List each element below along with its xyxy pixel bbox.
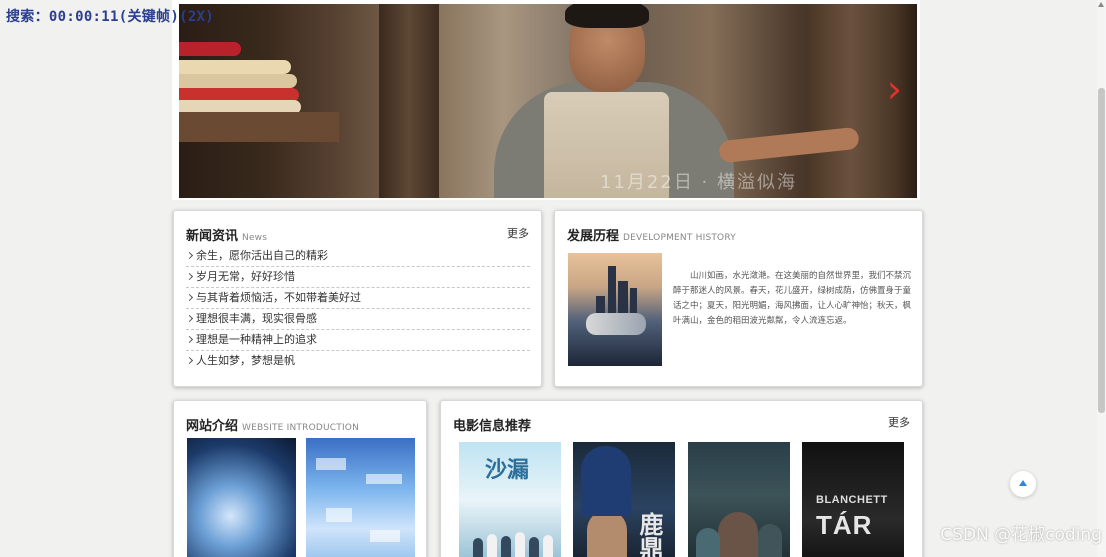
person-hair [565, 4, 649, 28]
site-intro-image-planet [187, 438, 296, 557]
image-block [370, 530, 400, 542]
history-card: 发展历程 DEVELOPMENT HISTORY 山川如画，水光潋滟。在这美丽的自… [554, 210, 923, 387]
scroll-up-icon[interactable] [1098, 2, 1104, 7]
news-item[interactable]: 理想是一种精神上的追求 [186, 330, 530, 351]
page-scrollbar[interactable] [1097, 0, 1106, 557]
movie-poster-title: 沙漏 [485, 457, 530, 483]
image-block [316, 458, 346, 470]
poster-figure [501, 536, 511, 557]
poster-figure [515, 532, 525, 557]
poster-figure [473, 538, 483, 557]
history-text: 山川如画，水光潋滟。在这美丽的自然世界里，我们不禁沉醉于那迷人的风景。春天，花儿… [673, 271, 912, 326]
movies-title: 电影信息推荐 [453, 419, 532, 434]
banner-carousel[interactable]: 11月22日 · 横溢似海 › [172, 0, 920, 200]
back-to-top-button[interactable] [1010, 471, 1036, 497]
poster-figure [543, 535, 553, 557]
cloth-roll [179, 60, 291, 74]
movies-more-link[interactable]: 更多 [888, 414, 910, 430]
movie-poster-title: 鹿鼎 [635, 512, 664, 557]
news-item[interactable]: 人生如梦，梦想是帆 [186, 351, 530, 371]
banner-next-arrow-icon[interactable]: › [887, 70, 902, 108]
news-item[interactable]: 理想很丰满，现实很骨感 [186, 309, 530, 330]
site-intro-title: 网站介绍 WEBSITE INTRODUCTION [186, 415, 359, 434]
poster-hat [581, 446, 631, 516]
poster-figure [529, 537, 539, 557]
arrow-up-icon [1019, 480, 1027, 486]
page: 搜索：00:00:11(关键帧)(2X) 11月22日 · 横溢似海 › 新闻资… [0, 0, 1106, 557]
news-subtitle: News [242, 233, 268, 243]
handshake [586, 313, 646, 335]
news-item[interactable]: 岁月无常，好好珍惜 [186, 267, 530, 288]
history-title-text: 发展历程 [567, 229, 620, 244]
movies-card: 电影信息推荐 更多 沙漏 鹿鼎 BLANCHETT TÁR [440, 400, 923, 557]
news-item[interactable]: 余生，愿你活出自己的精彩 [186, 246, 530, 267]
site-intro-card: 网站介绍 WEBSITE INTRODUCTION [173, 400, 427, 557]
movie-poster[interactable] [688, 442, 790, 557]
poster-figure [487, 534, 497, 557]
movie-poster-subtitle: BLANCHETT [816, 494, 888, 506]
news-item[interactable]: 与其背着烦恼活，不如带着美好过 [186, 288, 530, 309]
movie-poster[interactable]: 鹿鼎 [573, 442, 675, 557]
watermark: CSDN @花椒coding [940, 525, 1102, 545]
handshake-city-image [568, 253, 662, 366]
movie-poster-title: TÁR [816, 510, 873, 540]
movie-poster[interactable]: 沙漏 [459, 442, 561, 557]
poster-figure [758, 524, 782, 557]
history-subtitle: DEVELOPMENT HISTORY [623, 233, 736, 243]
poster-figure [718, 512, 758, 557]
movie-poster[interactable]: BLANCHETT TÁR [802, 442, 904, 557]
news-list: 余生，愿你活出自己的精彩 岁月无常，好好珍惜 与其背着烦恼活，不如带着美好过 理… [186, 246, 530, 371]
cloth-roll [179, 42, 241, 56]
news-title-text: 新闻资讯 [186, 229, 239, 244]
news-title: 新闻资讯 News [186, 225, 267, 244]
search-timer-overlay: 搜索：00:00:11(关键帧)(2X) [6, 9, 215, 25]
door-left [379, 4, 439, 198]
news-more-link[interactable]: 更多 [507, 225, 529, 241]
site-intro-title-text: 网站介绍 [186, 419, 239, 434]
news-card: 新闻资讯 News 更多 余生，愿你活出自己的精彩 岁月无常，好好珍惜 与其背着烦… [173, 210, 542, 387]
poster-figure [587, 510, 627, 557]
cloth-roll [179, 74, 297, 88]
site-intro-image-digital [306, 438, 415, 557]
shop-shelf [179, 112, 339, 142]
banner-caption: 11月22日 · 横溢似海 [600, 172, 797, 193]
poster-figure [696, 528, 720, 557]
history-title: 发展历程 DEVELOPMENT HISTORY [567, 225, 736, 244]
banner-image: 11月22日 · 横溢似海 [179, 4, 917, 198]
scrollbar-thumb[interactable] [1098, 88, 1105, 413]
image-block [326, 508, 352, 522]
site-intro-subtitle: WEBSITE INTRODUCTION [242, 423, 360, 433]
image-block [366, 474, 402, 484]
